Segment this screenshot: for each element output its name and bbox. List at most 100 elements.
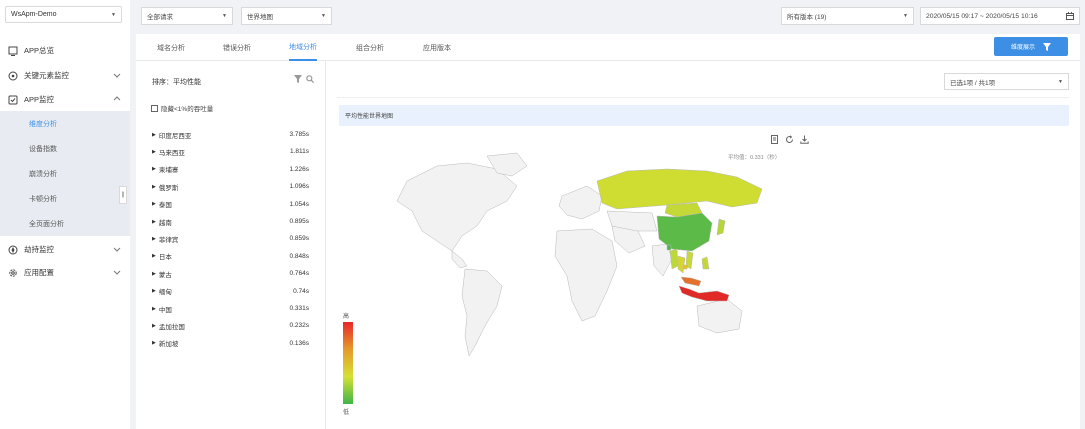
table-row[interactable]: ▶ 蒙古 0.764s bbox=[152, 265, 309, 282]
country-name: 缅甸 bbox=[158, 289, 172, 297]
tab-label: 组合分析 bbox=[356, 44, 384, 52]
settings-icon bbox=[9, 268, 17, 277]
nav-app-monitor[interactable]: APP监控 bbox=[0, 88, 130, 111]
nav-label: 应用配置 bbox=[24, 268, 54, 277]
select-value: 世界地图 bbox=[247, 14, 273, 21]
sort-label: 排序：平均性能 bbox=[152, 79, 201, 86]
country-name: 马来西亚 bbox=[158, 149, 185, 157]
table-row[interactable]: ▶ 俄罗斯 1.096s bbox=[152, 178, 309, 195]
checkbox[interactable] bbox=[151, 104, 158, 112]
table-row[interactable]: ▶ 中国 0.331s bbox=[152, 300, 309, 317]
subnav-label: 设备指数 bbox=[29, 145, 57, 153]
row-country: ▶ 日本 bbox=[152, 251, 172, 261]
table-row[interactable]: ▶ 日本 0.848s bbox=[152, 248, 309, 265]
dimension-display-button[interactable]: 维度展示 bbox=[994, 37, 1068, 56]
tab-region-analysis[interactable]: 地域分析 bbox=[289, 34, 317, 61]
country-name: 菲律宾 bbox=[158, 236, 179, 244]
row-country: ▶ 泰国 bbox=[152, 199, 172, 209]
table-row[interactable]: ▶ 泰国 1.054s bbox=[152, 196, 309, 213]
country-value: 1.096s bbox=[289, 183, 309, 191]
color-legend: 高 低 bbox=[341, 309, 361, 419]
table-row[interactable]: ▶ 越南 0.895s bbox=[152, 213, 309, 230]
subnav-label: 维度分析 bbox=[29, 120, 57, 128]
row-country: ▶ 柬埔寨 bbox=[152, 164, 178, 174]
tab-app-version[interactable]: 应用版本 bbox=[423, 34, 451, 61]
map-region-north-america bbox=[396, 162, 518, 252]
subnav-full-page-analysis[interactable]: 全页面分析 bbox=[0, 211, 130, 236]
app-select[interactable]: WsApm-Demo ▼ bbox=[5, 6, 122, 23]
caret-right-icon: ▶ bbox=[152, 218, 156, 225]
tab-domain-analysis[interactable]: 域名分析 bbox=[157, 34, 185, 61]
country-value: 0.74s bbox=[293, 287, 309, 295]
target-icon bbox=[8, 71, 18, 80]
select-value: 所有版本 (19) bbox=[787, 14, 827, 21]
subnav-crash-analysis[interactable]: 崩溃分析 bbox=[0, 161, 130, 186]
sidebar: WsApm-Demo ▼ APP总览 关键元素监控 APP监控 维度分析 设备指… bbox=[0, 0, 130, 429]
tab-label: 应用版本 bbox=[423, 44, 451, 52]
table-row[interactable]: ▶ 马来西亚 1.811s bbox=[152, 143, 309, 160]
country-name: 俄罗斯 bbox=[158, 184, 179, 192]
subnav-dimension-analysis[interactable]: 维度分析 bbox=[0, 111, 130, 136]
country-value: 0.331s bbox=[289, 305, 309, 312]
caret-right-icon: ▶ bbox=[152, 183, 156, 190]
nav-app-settings[interactable]: 应用配置 bbox=[0, 261, 130, 284]
download-icon[interactable] bbox=[800, 135, 809, 144]
search-icon[interactable] bbox=[306, 75, 314, 83]
collapse-label: || bbox=[121, 192, 125, 198]
nav-key-element-monitor[interactable]: 关键元素监控 bbox=[0, 64, 130, 87]
nav-hijack-monitor[interactable]: 劫持监控 bbox=[0, 238, 130, 261]
country-name: 越南 bbox=[158, 219, 172, 227]
nav-label: 劫持监控 bbox=[24, 245, 54, 254]
row-country: ▶ 孟加拉国 bbox=[152, 321, 185, 331]
row-country: ▶ 缅甸 bbox=[152, 286, 172, 296]
row-country: ▶ 中国 bbox=[152, 304, 172, 314]
table-row[interactable]: ▶ 印度尼西亚 3.785s bbox=[152, 126, 309, 143]
map-type-select[interactable]: 世界地图 ▼ bbox=[241, 7, 332, 25]
divider bbox=[337, 97, 1069, 98]
subnav-device-index[interactable]: 设备指数 bbox=[0, 136, 130, 161]
chevron-down-icon bbox=[113, 247, 121, 252]
date-range-picker[interactable]: 2020/05/15 09:17 ~ 2020/05/15 10:16 bbox=[920, 7, 1080, 25]
table-row[interactable]: ▶ 新加坡 0.136s bbox=[152, 335, 309, 352]
table-row[interactable]: ▶ 柬埔寨 1.226s bbox=[152, 161, 309, 178]
filter-icon[interactable] bbox=[294, 75, 302, 83]
selection-select[interactable]: 已选1项 / 共1项 ▼ bbox=[944, 73, 1069, 90]
hide-low-throughput-toggle[interactable]: 隐藏<1%的吞吐量 bbox=[151, 103, 213, 113]
country-value: 0.848s bbox=[289, 252, 309, 260]
dashboard-icon bbox=[8, 46, 18, 56]
tab-combination-analysis[interactable]: 组合分析 bbox=[356, 34, 384, 61]
nav-app-overview[interactable]: APP总览 bbox=[0, 39, 130, 62]
version-filter-select[interactable]: 所有版本 (19) ▼ bbox=[781, 7, 914, 25]
legend-gradient bbox=[343, 322, 353, 404]
tab-error-analysis[interactable]: 错误分析 bbox=[223, 34, 251, 61]
select-value: 已选1项 / 共1项 bbox=[950, 79, 996, 87]
map-panel: 已选1项 / 共1项 ▼ 平均性能世界地图 平均值：0.331（秒） 高 低 bbox=[327, 61, 1080, 429]
tab-label: 域名分析 bbox=[157, 44, 185, 52]
row-country: ▶ 蒙古 bbox=[152, 269, 172, 279]
country-name: 泰国 bbox=[158, 202, 172, 210]
country-name: 蒙古 bbox=[158, 271, 172, 279]
caret-right-icon: ▶ bbox=[152, 148, 156, 155]
request-filter-select[interactable]: 全部请求 ▼ bbox=[141, 7, 233, 25]
row-country: ▶ 马来西亚 bbox=[152, 147, 185, 157]
subnav-lag-analysis[interactable]: 卡顿分析 bbox=[0, 186, 130, 211]
map-country-thailand bbox=[677, 255, 686, 274]
map-country-russia bbox=[596, 168, 763, 210]
region-ranking-panel: 排序：平均性能 隐藏<1%的吞吐量 ▶ 印度尼西亚 3.785s ▶ 马来西亚 1.811… bbox=[136, 61, 326, 429]
country-name: 印度尼西亚 bbox=[158, 132, 192, 140]
country-name: 柬埔寨 bbox=[158, 167, 179, 175]
subnav-label: 全页面分析 bbox=[29, 220, 64, 228]
legend-high-label: 高 bbox=[343, 314, 350, 320]
table-row[interactable]: ▶ 缅甸 0.74s bbox=[152, 283, 309, 300]
table-row[interactable]: ▶ 孟加拉国 0.232s bbox=[152, 317, 309, 334]
map-country-japan bbox=[716, 218, 726, 236]
chevron-up-icon bbox=[113, 96, 121, 101]
country-name: 日本 bbox=[158, 254, 172, 262]
map-country-bangladesh bbox=[666, 244, 672, 251]
table-row[interactable]: ▶ 菲律宾 0.859s bbox=[152, 230, 309, 247]
map-title-bar: 平均性能世界地图 bbox=[339, 105, 1069, 126]
caret-right-icon: ▶ bbox=[152, 253, 156, 260]
tab-label: 错误分析 bbox=[223, 44, 251, 52]
map-title: 平均性能世界地图 bbox=[345, 114, 394, 120]
sidebar-collapse-handle[interactable]: || bbox=[119, 186, 127, 204]
